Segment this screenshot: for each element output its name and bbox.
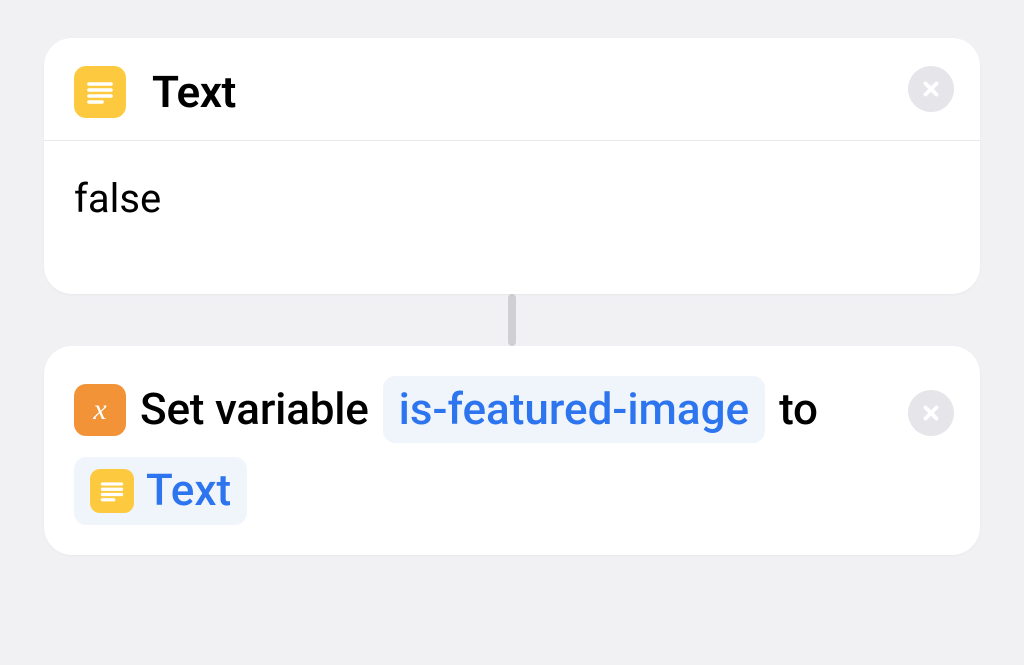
text-action-title: Text <box>152 66 236 118</box>
remove-text-action-button[interactable] <box>908 66 954 112</box>
remove-set-variable-action-button[interactable] <box>908 390 954 436</box>
text-action-value[interactable]: false <box>44 141 980 294</box>
action-connector <box>44 294 980 346</box>
variable-icon: x <box>74 384 126 436</box>
variable-name-token[interactable]: is-featured-image <box>383 376 765 443</box>
text-icon <box>90 469 134 513</box>
variable-name-label: is-featured-image <box>399 380 749 439</box>
input-value-label: Text <box>146 461 231 520</box>
set-variable-to-word: to <box>779 380 818 439</box>
close-icon <box>920 78 942 100</box>
text-icon <box>74 66 126 118</box>
close-icon <box>920 402 942 424</box>
text-action-card: Text false <box>44 38 980 294</box>
input-value-token[interactable]: Text <box>74 457 247 524</box>
text-action-header: Text <box>44 38 980 141</box>
set-variable-prefix: Set variable <box>140 380 369 439</box>
set-variable-flow: x Set variable is-featured-image to Text <box>74 376 950 525</box>
connector-line <box>508 294 516 346</box>
set-variable-action-card: x Set variable is-featured-image to Text <box>44 346 980 555</box>
